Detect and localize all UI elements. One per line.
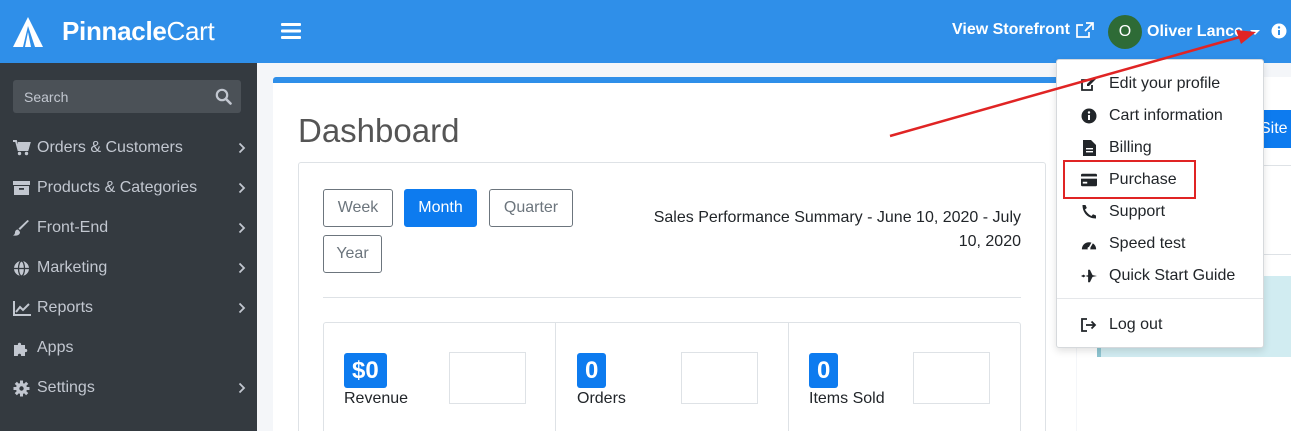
stat-separator bbox=[555, 322, 556, 431]
sidebar-item-label: Reports bbox=[37, 299, 94, 316]
orders-value: 0 bbox=[577, 353, 607, 388]
chevron-right-icon bbox=[227, 142, 257, 154]
dropdown-item-label: Edit your profile bbox=[1109, 75, 1221, 92]
items-sold-label: Items Sold bbox=[809, 390, 885, 407]
speedometer-icon bbox=[1081, 236, 1097, 252]
dropdown-item-speed-test[interactable]: Speed test bbox=[1081, 232, 1186, 256]
chevron-right-icon bbox=[227, 222, 257, 234]
dropdown-item-billing[interactable]: Billing bbox=[1081, 136, 1152, 160]
brand[interactable]: PinnacleCart bbox=[0, 0, 257, 63]
chevron-right-icon bbox=[227, 302, 257, 314]
user-name: Oliver Lance bbox=[1147, 23, 1244, 40]
period-week-button[interactable]: Week bbox=[323, 189, 393, 227]
dropdown-item-label: Speed test bbox=[1109, 235, 1186, 252]
dropdown-item-label: Billing bbox=[1109, 139, 1152, 156]
top-navbar: View Storefront O Oliver Lance bbox=[257, 0, 1291, 63]
hamburger-menu-icon[interactable] bbox=[281, 22, 301, 40]
sidebar-item-label: Settings bbox=[37, 379, 95, 396]
sales-summary-text: Sales Performance Summary - June 10, 202… bbox=[653, 209, 1021, 250]
items-sold-sparkline-box bbox=[913, 352, 990, 404]
brand-name: PinnacleCart bbox=[62, 16, 215, 46]
info-icon[interactable] bbox=[1271, 23, 1287, 39]
sidebar-item-marketing[interactable]: Marketing bbox=[0, 248, 257, 288]
sidebar-item-label: Products & Categories bbox=[37, 179, 198, 196]
user-menu-toggle[interactable]: O Oliver Lance bbox=[1108, 15, 1261, 49]
sidebar-item-label: Marketing bbox=[37, 259, 108, 276]
orders-label: Orders bbox=[577, 390, 626, 407]
sidebar-item-reports[interactable]: Reports bbox=[0, 288, 257, 328]
dropdown-item-log-out[interactable]: Log out bbox=[1081, 313, 1162, 337]
search-box bbox=[13, 80, 241, 113]
pinnacle-logo-icon bbox=[13, 16, 43, 47]
dropdown-item-edit-profile[interactable]: Edit your profile bbox=[1081, 72, 1220, 96]
items-sold-value: 0 bbox=[809, 353, 839, 388]
archive-icon bbox=[13, 179, 33, 197]
sidebar-item-orders-customers[interactable]: Orders & Customers bbox=[0, 128, 257, 168]
sidebar-item-label: Orders & Customers bbox=[37, 139, 183, 156]
sidebar-item-label: Apps bbox=[37, 339, 74, 356]
chevron-right-icon bbox=[227, 182, 257, 194]
dropdown-item-quick-start-guide[interactable]: Quick Start Guide bbox=[1081, 264, 1235, 288]
search-button[interactable] bbox=[205, 80, 241, 113]
dropdown-divider bbox=[1057, 298, 1263, 299]
revenue-sparkline-box bbox=[449, 352, 526, 404]
search-input[interactable] bbox=[13, 80, 205, 113]
sidebar-item-label: Front-End bbox=[37, 219, 109, 236]
dropdown-item-label: Support bbox=[1109, 203, 1166, 220]
chevron-right-icon bbox=[227, 262, 257, 274]
view-storefront-label: View Storefront bbox=[952, 21, 1070, 38]
phone-icon bbox=[1081, 204, 1097, 220]
plane-icon bbox=[1081, 268, 1097, 284]
log-out-icon bbox=[1081, 317, 1097, 333]
sidebar-item-front-end[interactable]: Front-End bbox=[0, 208, 257, 248]
info-icon bbox=[1081, 108, 1097, 124]
dropdown-item-label: Quick Start Guide bbox=[1109, 267, 1236, 284]
dropdown-item-label: Cart information bbox=[1109, 107, 1223, 124]
period-month-button[interactable]: Month bbox=[404, 189, 477, 227]
edit-icon bbox=[1081, 76, 1097, 92]
globe-icon bbox=[13, 259, 33, 277]
sidebar: PinnacleCart Orders & Customers Products… bbox=[0, 0, 257, 431]
caret-down-icon bbox=[1250, 29, 1261, 35]
brush-icon bbox=[13, 219, 33, 237]
purchase-highlight-box bbox=[1063, 160, 1196, 199]
sidebar-item-settings[interactable]: Settings bbox=[0, 368, 257, 408]
chevron-right-icon bbox=[227, 382, 257, 394]
puzzle-icon bbox=[13, 339, 33, 357]
stat-separator bbox=[788, 322, 789, 431]
external-link-icon bbox=[1076, 21, 1094, 38]
gear-icon bbox=[13, 379, 33, 397]
period-quarter-button[interactable]: Quarter bbox=[489, 189, 573, 227]
orders-sparkline-box bbox=[681, 352, 758, 404]
sidebar-nav: Orders & Customers Products & Categories… bbox=[0, 128, 257, 408]
revenue-value: $0 bbox=[344, 353, 387, 388]
view-storefront-link[interactable]: View Storefront bbox=[952, 21, 1095, 39]
search-icon bbox=[215, 88, 232, 105]
revenue-label: Revenue bbox=[344, 390, 409, 407]
cart-icon bbox=[13, 139, 33, 157]
period-year-button[interactable]: Year bbox=[323, 235, 382, 273]
divider bbox=[323, 297, 1021, 298]
dropdown-item-support[interactable]: Support bbox=[1081, 200, 1165, 224]
sidebar-item-apps[interactable]: Apps bbox=[0, 328, 257, 368]
dropdown-item-cart-information[interactable]: Cart information bbox=[1081, 104, 1223, 128]
chart-icon bbox=[13, 299, 33, 317]
sidebar-item-products-categories[interactable]: Products & Categories bbox=[0, 168, 257, 208]
avatar: O bbox=[1108, 15, 1142, 49]
file-icon bbox=[1081, 140, 1097, 156]
page-title: Dashboard bbox=[298, 112, 460, 149]
dropdown-item-label: Log out bbox=[1109, 316, 1163, 333]
